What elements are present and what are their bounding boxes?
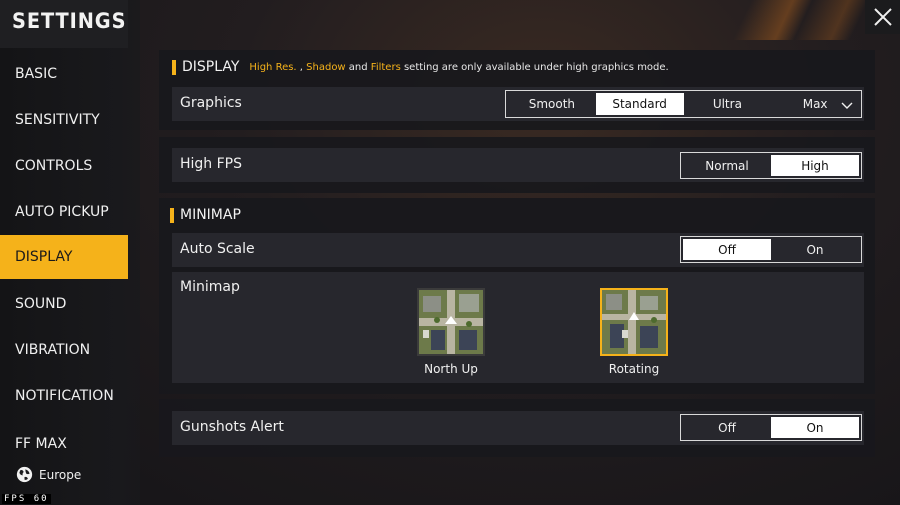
rotating-map-thumbnail	[600, 288, 668, 356]
page-title: SETTINGS	[12, 9, 127, 33]
north-up-caption: North Up	[424, 362, 478, 376]
page-title-bar: SETTINGS	[0, 0, 128, 48]
display-section-note: High Res. , Shadow and Filters setting a…	[249, 61, 669, 73]
gunshots-alert-option-on[interactable]: On	[771, 417, 859, 438]
graphics-option-standard[interactable]: Standard	[595, 93, 684, 115]
sidebar-item-controls[interactable]: CONTROLS	[0, 144, 128, 188]
high-fps-label: High FPS	[180, 156, 243, 172]
fps-counter: FPS 60	[2, 494, 51, 504]
sidebar-item-vibration[interactable]: VIBRATION	[0, 328, 128, 372]
rotating-caption: Rotating	[608, 362, 660, 376]
display-section-header: DISPLAY High Res. , Shadow and Filters s…	[172, 59, 669, 75]
graphics-selector: Smooth Standard Ultra Max	[505, 90, 862, 118]
graphics-option-max[interactable]: Max	[771, 93, 859, 115]
auto-scale-option-off[interactable]: Off	[683, 239, 771, 260]
gunshots-alert-option-off[interactable]: Off	[683, 417, 771, 438]
sidebar-item-notification[interactable]: NOTIFICATION	[0, 374, 128, 418]
minimap-option-rotating[interactable]: Rotating	[600, 288, 668, 376]
auto-scale-label: Auto Scale	[180, 241, 255, 257]
background-accent	[640, 0, 900, 40]
sidebar-item-display[interactable]: DISPLAY	[0, 235, 128, 279]
high-fps-option-normal[interactable]: Normal	[683, 155, 771, 176]
minimap-option-north-up[interactable]: North Up	[417, 288, 485, 376]
minimap-section-title: MINIMAP	[180, 207, 241, 223]
graphics-option-smooth[interactable]: Smooth	[508, 93, 596, 115]
auto-scale-option-on[interactable]: On	[771, 239, 859, 260]
gunshots-alert-label: Gunshots Alert	[180, 419, 284, 435]
section-accent-bar	[170, 207, 174, 223]
minimap-section-header: MINIMAP	[170, 207, 241, 223]
display-section-title: DISPLAY	[182, 59, 240, 75]
sidebar-item-sensitivity[interactable]: SENSITIVITY	[0, 98, 128, 142]
auto-scale-selector: Off On	[680, 236, 862, 263]
minimap-label: Minimap	[180, 279, 240, 295]
region-selector[interactable]: Europe	[16, 466, 81, 483]
region-label: Europe	[39, 467, 82, 482]
gunshots-alert-selector: Off On	[680, 414, 862, 441]
sidebar-item-auto-pickup[interactable]: AUTO PICKUP	[0, 190, 128, 234]
sidebar-item-ff-max[interactable]: FF MAX	[0, 428, 128, 450]
graphics-option-ultra[interactable]: Ultra	[684, 93, 772, 115]
minimap-row: Minimap	[172, 272, 864, 383]
section-accent-bar	[172, 59, 176, 75]
close-button[interactable]	[865, 0, 900, 34]
chevron-down-icon	[841, 102, 853, 109]
graphics-label: Graphics	[180, 95, 242, 111]
high-fps-selector: Normal High	[680, 152, 862, 179]
sidebar-item-basic[interactable]: BASIC	[0, 52, 128, 96]
globe-icon	[16, 466, 33, 483]
close-x-icon	[873, 8, 892, 26]
sidebar: SETTINGS BASIC SENSITIVITY CONTROLS AUTO…	[0, 0, 140, 505]
sidebar-item-sound[interactable]: SOUND	[0, 282, 128, 326]
north-up-map-thumbnail	[417, 288, 485, 356]
high-fps-option-high[interactable]: High	[771, 155, 859, 176]
